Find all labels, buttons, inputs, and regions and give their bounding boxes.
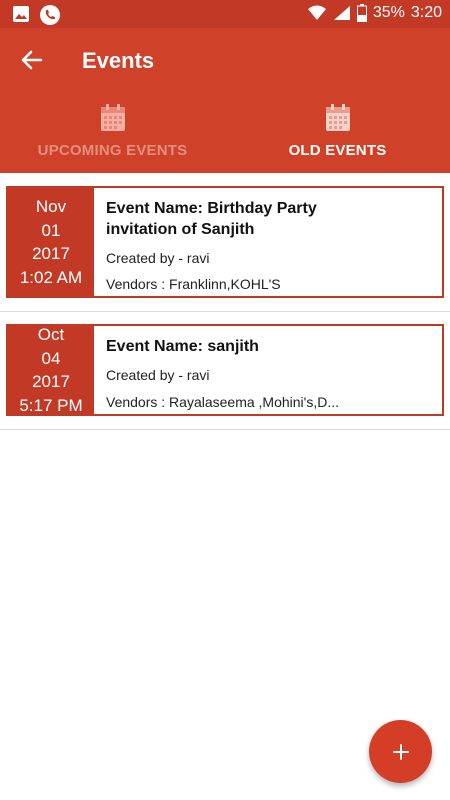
tab-label: OLD EVENTS: [288, 142, 387, 159]
divider: [0, 311, 450, 312]
tab-label: UPCOMING EVENTS: [37, 142, 188, 159]
tab-bar: UPCOMING EVENTS OLD EVENTS: [0, 100, 450, 173]
event-created-by: Created by - ravi: [106, 250, 210, 266]
event-month: Oct: [37, 325, 65, 344]
event-day: 01: [41, 220, 61, 240]
battery-icon: [356, 4, 367, 22]
divider: [0, 429, 450, 430]
event-card[interactable]: Nov 01 2017 1:02 AM Event Name: Birthday…: [6, 186, 444, 298]
event-time: 1:02 AM: [19, 267, 83, 287]
event-year: 2017: [32, 372, 70, 391]
calendar-icon: [100, 104, 125, 131]
wifi-icon: [307, 5, 326, 20]
add-event-button[interactable]: [369, 720, 432, 783]
calendar-icon: [325, 104, 350, 131]
event-details: Event Name: sanjith Created by - ravi Ve…: [94, 326, 442, 414]
event-year: 2017: [32, 244, 70, 263]
tab-upcoming-events[interactable]: UPCOMING EVENTS: [0, 100, 225, 173]
event-name: Event Name: sanjith: [106, 338, 259, 355]
event-date: Oct 04 2017 5:17 PM: [8, 325, 94, 415]
event-details: Event Name: Birthday Party invitation of…: [94, 188, 442, 296]
signal-icon: [333, 6, 350, 20]
image-icon: [13, 6, 29, 22]
app-bar: Events UPCOMING EVENTS OLD EVENTS: [0, 28, 450, 173]
plus-icon: [392, 743, 409, 760]
tab-old-events[interactable]: OLD EVENTS: [225, 100, 450, 173]
event-vendors: Vendors : Rayalaseema ,Mohini's,D...: [106, 394, 340, 410]
battery-percent: 35%: [372, 4, 405, 21]
status-bar: 35% 3:20: [0, 0, 450, 28]
event-card[interactable]: Oct 04 2017 5:17 PM Event Name: sanjith …: [6, 324, 444, 416]
event-created-by: Created by - ravi: [106, 367, 210, 383]
event-time: 5:17 PM: [19, 395, 83, 415]
event-month: Nov: [35, 197, 67, 216]
event-name: Event Name: Birthday Party invitation of…: [106, 200, 317, 238]
event-day: 04: [41, 348, 61, 368]
event-vendors: Vendors : Franklinn,KOHL'S: [106, 276, 281, 292]
page-title: Events: [82, 48, 155, 73]
event-date: Nov 01 2017 1:02 AM: [8, 188, 94, 296]
arrow-left-icon: [21, 50, 43, 70]
phone-icon: [40, 5, 60, 25]
clock: 3:20: [410, 4, 442, 21]
back-button[interactable]: [18, 46, 46, 74]
